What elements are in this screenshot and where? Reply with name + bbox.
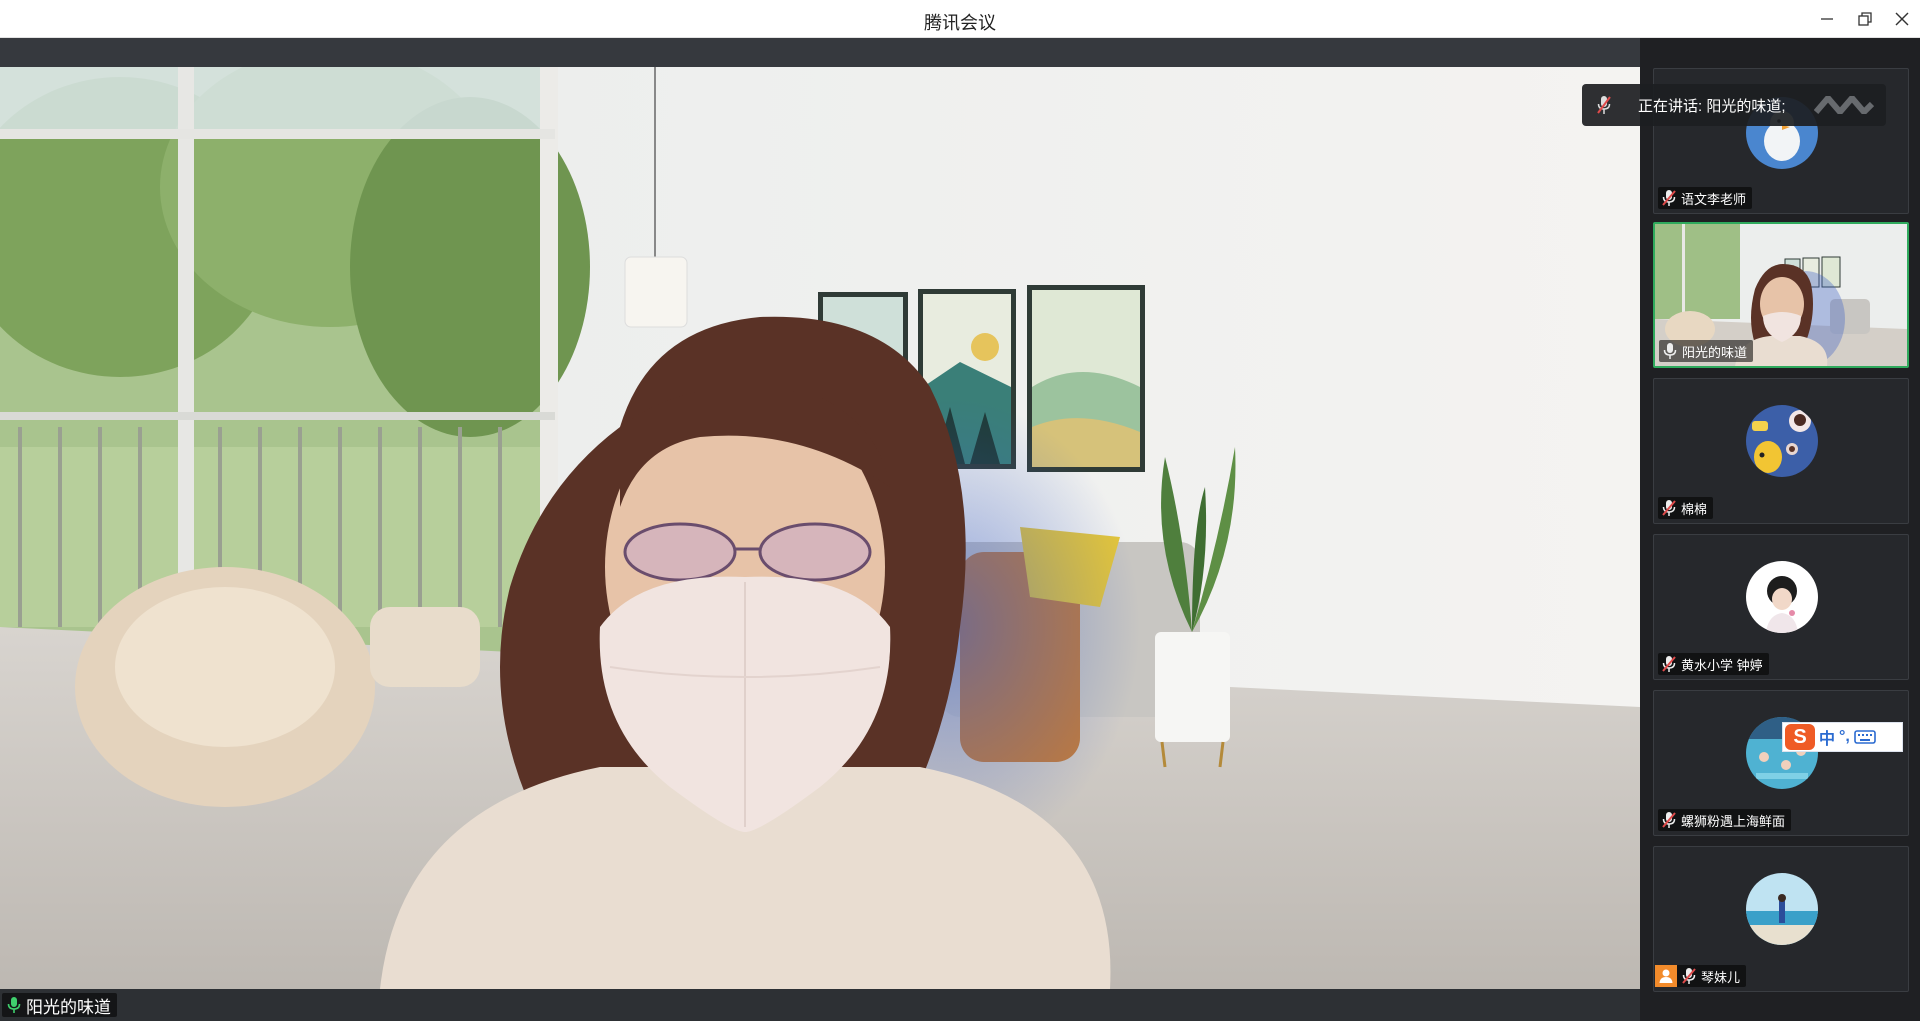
participant-name: 琴妹儿 bbox=[1701, 969, 1741, 985]
restore-button[interactable] bbox=[1850, 4, 1880, 34]
participant-name: 语文李老师 bbox=[1681, 191, 1747, 207]
participant-name: 黄水小学 钟婷 bbox=[1681, 657, 1763, 673]
ime-logo[interactable]: S bbox=[1785, 724, 1815, 750]
ime-mode-toggle[interactable]: 中 bbox=[1819, 725, 1835, 749]
participant-sidebar: 语文李老师 阳光的味道 棉棉 黄水小学 钟婷 螺狮粉遇上海鲜面 琴妹儿 bbox=[1640, 38, 1920, 1021]
participant-tile-active[interactable]: 阳光的味道 bbox=[1653, 222, 1909, 368]
close-icon bbox=[1895, 12, 1909, 26]
speaker-video-image bbox=[0, 67, 1640, 989]
main-video[interactable] bbox=[0, 67, 1640, 989]
participant-tile[interactable]: 琴妹儿 bbox=[1653, 846, 1909, 992]
mic-icon bbox=[1663, 343, 1677, 359]
speaking-toast: 正在讲话: 阳光的味道; bbox=[1582, 84, 1886, 126]
main-stage: 阳光的味道 bbox=[0, 38, 1640, 1021]
avatar bbox=[1746, 561, 1818, 633]
participant-name-tag: 琴妹儿 bbox=[1655, 965, 1747, 987]
mic-muted-icon bbox=[1682, 968, 1696, 984]
participant-tile[interactable]: 螺狮粉遇上海鲜面 bbox=[1653, 690, 1909, 836]
mic-icon bbox=[7, 997, 21, 1013]
host-badge bbox=[1655, 965, 1677, 987]
host-icon bbox=[1659, 969, 1673, 983]
keyboard-icon[interactable] bbox=[1854, 729, 1876, 745]
title-bar: 腾讯会议 bbox=[0, 0, 1920, 38]
stage-top-strip bbox=[0, 38, 1640, 67]
restore-icon bbox=[1858, 12, 1872, 26]
speaker-name: 阳光的味道 bbox=[26, 997, 111, 1017]
speaker-name-tag: 阳光的味道 bbox=[2, 993, 117, 1017]
participant-name-tag: 螺狮粉遇上海鲜面 bbox=[1658, 809, 1792, 831]
participant-tile[interactable]: 黄水小学 钟婷 bbox=[1653, 534, 1909, 680]
mic-muted-icon bbox=[1662, 190, 1676, 206]
participant-name: 棉棉 bbox=[1681, 501, 1708, 517]
avatar bbox=[1746, 405, 1818, 477]
window-title: 腾讯会议 bbox=[924, 13, 996, 33]
ime-punctuation-toggle[interactable]: °, bbox=[1839, 728, 1850, 746]
mic-muted-icon bbox=[1662, 656, 1676, 672]
participant-name: 螺狮粉遇上海鲜面 bbox=[1681, 813, 1786, 829]
close-button[interactable] bbox=[1887, 4, 1917, 34]
participant-name-tag: 黄水小学 钟婷 bbox=[1658, 653, 1769, 675]
participant-name-tag: 棉棉 bbox=[1658, 497, 1714, 519]
participant-name-tag: 语文李老师 bbox=[1658, 187, 1753, 209]
minimize-button[interactable] bbox=[1812, 4, 1842, 34]
blurred-names-icon bbox=[1814, 96, 1874, 114]
participant-tile[interactable]: 棉棉 bbox=[1653, 378, 1909, 524]
speaking-label: 正在讲话: 阳光的味道; bbox=[1638, 97, 1786, 115]
mic-muted-icon bbox=[1662, 500, 1676, 516]
participant-name-tag: 阳光的味道 bbox=[1659, 340, 1754, 362]
mic-muted-icon bbox=[1662, 812, 1676, 828]
participant-name: 阳光的味道 bbox=[1682, 344, 1748, 360]
ime-toolbar[interactable]: S 中 °, bbox=[1782, 722, 1903, 752]
avatar bbox=[1746, 873, 1818, 945]
stage-bottom-strip bbox=[0, 989, 1640, 1021]
minimize-icon bbox=[1821, 18, 1833, 20]
mic-muted-icon bbox=[1597, 96, 1611, 114]
